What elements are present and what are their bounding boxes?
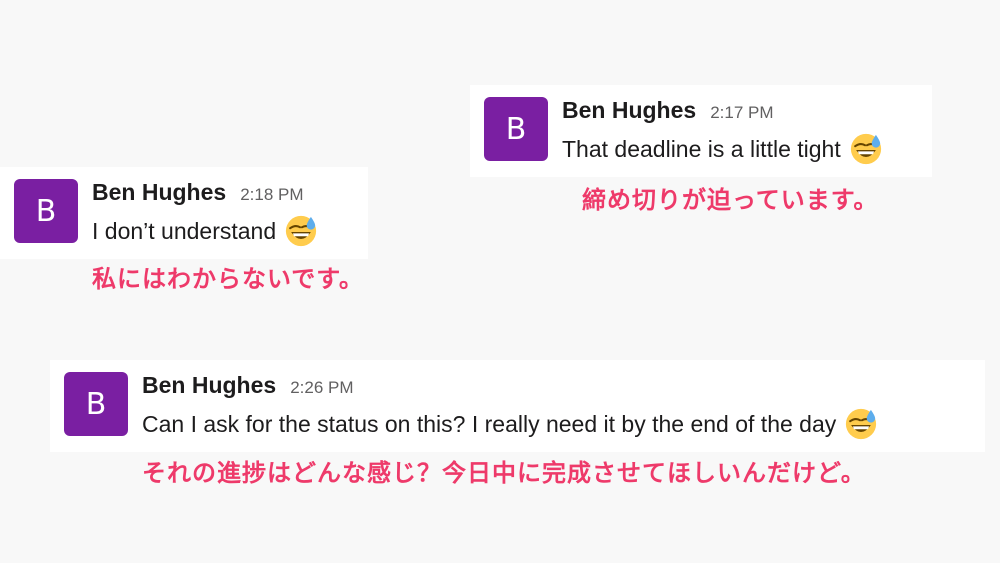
message-text: Can I ask for the status on this? I real… [142, 410, 837, 437]
translation-text: それの進捗はどんな感じ？今日中に完成させてほしいんだけど。 [142, 459, 866, 487]
avatar[interactable]: B [64, 372, 128, 436]
message-text: I don’t understand [92, 217, 277, 244]
author-name[interactable]: Ben Hughes [142, 372, 276, 399]
author-name[interactable]: Ben Hughes [92, 179, 226, 206]
message-content: Ben Hughes 2:17 PM That deadline is a li… [562, 97, 883, 166]
message-card[interactable]: B Ben Hughes 2:26 PM Can I ask for the s… [50, 360, 985, 452]
grinning-face-with-sweat-icon [286, 215, 317, 247]
message-header: Ben Hughes 2:26 PM [142, 372, 878, 399]
message-card[interactable]: B Ben Hughes 2:17 PM That deadline is a … [470, 85, 932, 177]
message-body: Can I ask for the status on this? I real… [142, 407, 878, 441]
avatar[interactable]: B [14, 179, 78, 243]
message-content: Ben Hughes 2:18 PM I don’t understand [92, 179, 318, 248]
message-card[interactable]: B Ben Hughes 2:18 PM I don’t understand [0, 167, 368, 259]
timestamp[interactable]: 2:17 PM [710, 103, 773, 123]
message-body: That deadline is a little tight [562, 132, 883, 166]
grinning-face-with-sweat-icon [850, 133, 881, 165]
message-text: That deadline is a little tight [562, 135, 841, 162]
author-name[interactable]: Ben Hughes [562, 97, 696, 124]
avatar[interactable]: B [484, 97, 548, 161]
translation-text: 締め切りが迫っています。 [582, 186, 879, 214]
message-body: I don’t understand [92, 214, 318, 248]
message-header: Ben Hughes 2:17 PM [562, 97, 883, 124]
message-header: Ben Hughes 2:18 PM [92, 179, 318, 206]
timestamp[interactable]: 2:26 PM [290, 378, 353, 398]
grinning-face-with-sweat-icon [846, 408, 877, 440]
message-content: Ben Hughes 2:26 PM Can I ask for the sta… [142, 372, 878, 441]
translation-text: 私にはわからないです。 [92, 265, 364, 293]
timestamp[interactable]: 2:18 PM [240, 185, 303, 205]
